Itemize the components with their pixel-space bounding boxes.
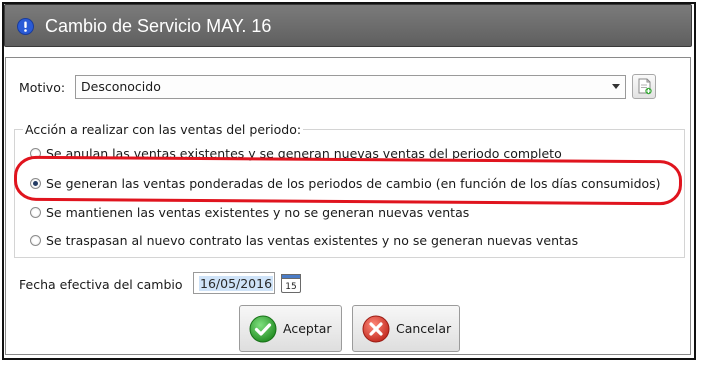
cancel-icon — [362, 315, 390, 343]
new-document-icon — [638, 78, 652, 95]
motivo-select[interactable]: Desconocido — [75, 75, 626, 99]
acciones-group-title: Acción a realizar con las ventas del per… — [23, 122, 304, 137]
title-bar: Cambio de Servicio MAY. 16 — [4, 4, 692, 47]
info-exclamation-icon — [17, 18, 34, 35]
chevron-down-icon[interactable] — [612, 84, 620, 89]
cancel-button-label: Cancelar — [396, 321, 452, 336]
cancel-button[interactable]: Cancelar — [352, 305, 460, 352]
calendar-button[interactable]: 15 — [280, 272, 302, 294]
fecha-input-value: 16/05/2016 — [199, 276, 274, 291]
radio-option-label: Se mantienen las ventas existentes y no … — [46, 205, 470, 220]
new-motivo-button[interactable] — [632, 74, 656, 99]
red-highlight-annotation — [13, 155, 683, 206]
check-icon — [249, 315, 277, 343]
motivo-select-value: Desconocido — [81, 79, 161, 94]
radio-button[interactable] — [30, 207, 41, 218]
calendar-day: 15 — [285, 282, 296, 292]
accept-button-label: Aceptar — [283, 321, 332, 336]
radio-option-label: Se traspasan al nuevo contrato las venta… — [46, 233, 579, 248]
fecha-input[interactable]: 16/05/2016 — [193, 272, 275, 294]
motivo-label: Motivo: — [19, 80, 66, 95]
calendar-icon: 15 — [281, 274, 301, 293]
window-title: Cambio de Servicio MAY. 16 — [45, 16, 272, 36]
radio-button[interactable] — [30, 235, 41, 246]
fecha-label: Fecha efectiva del cambio — [19, 277, 183, 292]
accept-button[interactable]: Aceptar — [239, 305, 342, 352]
